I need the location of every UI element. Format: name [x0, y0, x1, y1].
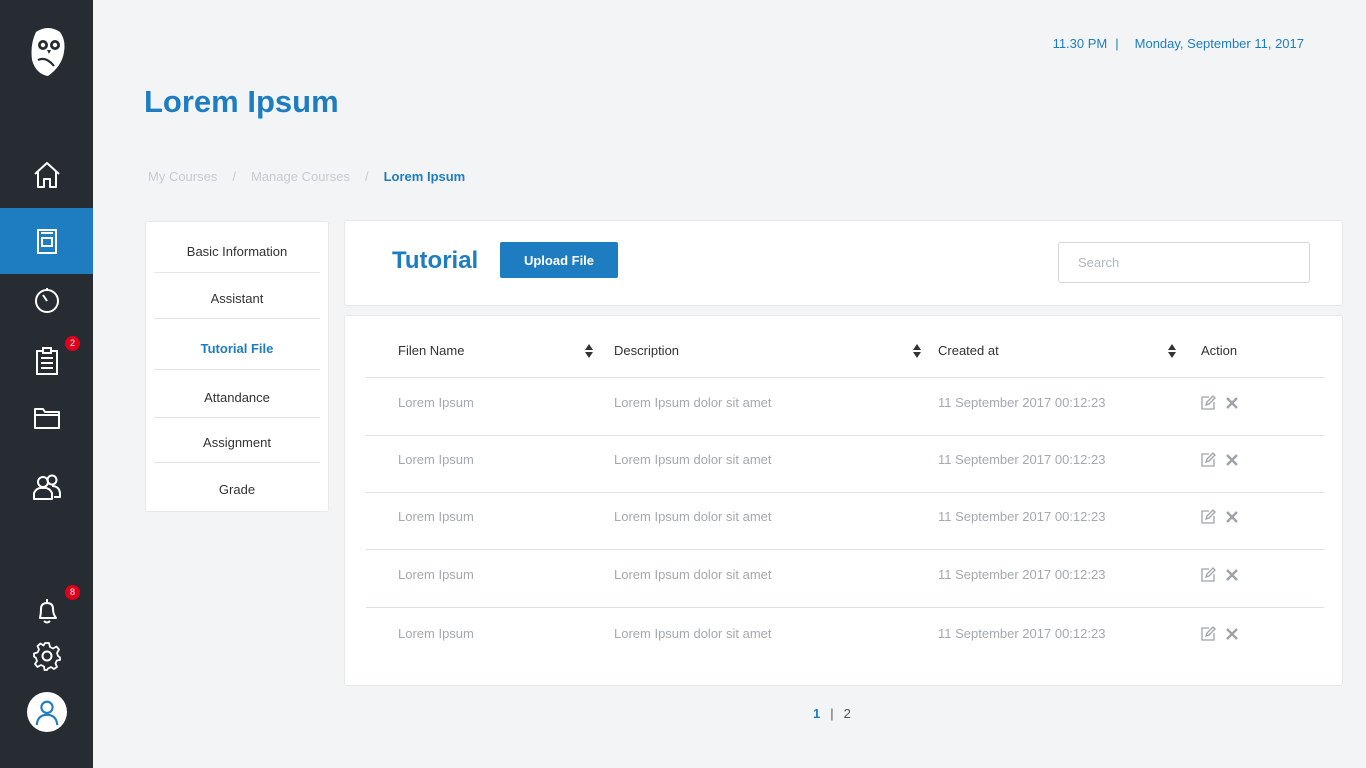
file-name-cell: Lorem Ipsum — [398, 452, 474, 467]
edit-icon[interactable] — [1200, 509, 1216, 525]
menu-divider — [154, 417, 320, 418]
menu-item-attandance[interactable]: Attandance — [154, 390, 320, 405]
column-header-created-at[interactable]: Created at — [938, 343, 999, 358]
delete-icon[interactable] — [1224, 567, 1240, 583]
table-row: Lorem Ipsum Lorem Ipsum dolor sit amet 1… — [366, 609, 1324, 667]
edit-icon[interactable] — [1200, 626, 1216, 642]
created-at-cell: 11 September 2017 00:12:23 — [938, 452, 1106, 467]
avatar[interactable] — [27, 692, 67, 732]
file-name-cell: Lorem Ipsum — [398, 395, 474, 410]
pagination-separator: | — [830, 706, 834, 721]
column-header-description[interactable]: Description — [614, 343, 679, 358]
toolbar-card: Tutorial Upload File — [344, 220, 1343, 306]
datetime-separator: | — [1115, 36, 1119, 51]
description-cell: Lorem Ipsum dolor sit amet — [614, 452, 772, 467]
sort-icon[interactable] — [912, 343, 922, 359]
user-icon — [35, 700, 59, 726]
description-cell: Lorem Ipsum dolor sit amet — [614, 567, 772, 582]
breadcrumb-separator: / — [232, 169, 236, 184]
created-at-cell: 11 September 2017 00:12:23 — [938, 395, 1106, 410]
home-icon[interactable] — [0, 145, 93, 205]
edit-icon[interactable] — [1200, 395, 1216, 411]
pagination: 1 | 2 — [813, 706, 851, 721]
upload-file-button[interactable]: Upload File — [500, 242, 618, 278]
time-text: 11.30 PM — [1052, 36, 1108, 51]
breadcrumb-my-courses[interactable]: My Courses — [148, 169, 217, 184]
table-row: Lorem Ipsum Lorem Ipsum dolor sit amet 1… — [366, 550, 1324, 608]
breadcrumb-manage-courses[interactable]: Manage Courses — [251, 169, 350, 184]
course-menu: Basic Information Assistant Tutorial Fil… — [145, 221, 329, 512]
owl-logo-icon[interactable] — [28, 26, 68, 80]
description-cell: Lorem Ipsum dolor sit amet — [614, 395, 772, 410]
description-cell: Lorem Ipsum dolor sit amet — [614, 626, 772, 641]
created-at-cell: 11 September 2017 00:12:23 — [938, 567, 1106, 582]
created-at-cell: 11 September 2017 00:12:23 — [938, 509, 1106, 524]
menu-item-basic-information[interactable]: Basic Information — [154, 244, 320, 259]
column-header-action: Action — [1201, 343, 1238, 358]
sort-icon[interactable] — [584, 343, 594, 359]
page-1-link[interactable]: 1 — [813, 706, 820, 721]
courses-icon[interactable] — [0, 208, 93, 274]
search-input[interactable] — [1058, 242, 1310, 283]
menu-divider — [154, 318, 320, 319]
sort-icon[interactable] — [1167, 343, 1177, 359]
section-title: Tutorial — [392, 247, 479, 274]
users-icon[interactable] — [0, 457, 93, 517]
breadcrumb-current: Lorem Ipsum — [383, 169, 466, 184]
files-table: Filen Name Description Created at Action… — [344, 315, 1343, 686]
menu-item-assistant[interactable]: Assistant — [154, 291, 320, 306]
sidebar: 2 8 — [0, 0, 93, 768]
folder-icon[interactable] — [0, 387, 93, 447]
menu-divider — [154, 272, 320, 273]
edit-icon[interactable] — [1200, 452, 1216, 468]
column-header-file-name[interactable]: Filen Name — [398, 343, 464, 358]
menu-divider — [154, 462, 320, 463]
breadcrumb-separator: / — [364, 169, 369, 184]
delete-icon[interactable] — [1224, 452, 1240, 468]
delete-icon[interactable] — [1224, 626, 1240, 642]
date-text: Monday, September 11, 2017 — [1134, 36, 1304, 51]
created-at-cell: 11 September 2017 00:12:23 — [938, 626, 1106, 641]
notifications-badge: 8 — [65, 585, 80, 600]
menu-item-assignment[interactable]: Assignment — [154, 435, 320, 450]
edit-icon[interactable] — [1200, 567, 1216, 583]
menu-item-tutorial-file[interactable]: Tutorial File — [154, 341, 320, 356]
table-row: Lorem Ipsum Lorem Ipsum dolor sit amet 1… — [366, 492, 1324, 550]
menu-item-grade[interactable]: Grade — [154, 482, 320, 497]
menu-divider — [154, 369, 320, 370]
file-name-cell: Lorem Ipsum — [398, 509, 474, 524]
clock-icon[interactable] — [0, 270, 93, 330]
file-name-cell: Lorem Ipsum — [398, 567, 474, 582]
page-2-link[interactable]: 2 — [844, 706, 851, 721]
delete-icon[interactable] — [1224, 509, 1240, 525]
datetime: 11.30 PM | Monday, September 11, 2017 — [1053, 36, 1304, 51]
tasks-badge: 2 — [65, 336, 80, 351]
table-row: Lorem Ipsum Lorem Ipsum dolor sit amet 1… — [366, 378, 1324, 436]
table-row: Lorem Ipsum Lorem Ipsum dolor sit amet 1… — [366, 435, 1324, 493]
description-cell: Lorem Ipsum dolor sit amet — [614, 509, 772, 524]
gear-icon[interactable] — [0, 626, 93, 686]
page-title: Lorem Ipsum — [144, 84, 339, 119]
delete-icon[interactable] — [1224, 395, 1240, 411]
file-name-cell: Lorem Ipsum — [398, 626, 474, 641]
breadcrumb: My Courses / Manage Courses / Lorem Ipsu… — [148, 169, 465, 184]
